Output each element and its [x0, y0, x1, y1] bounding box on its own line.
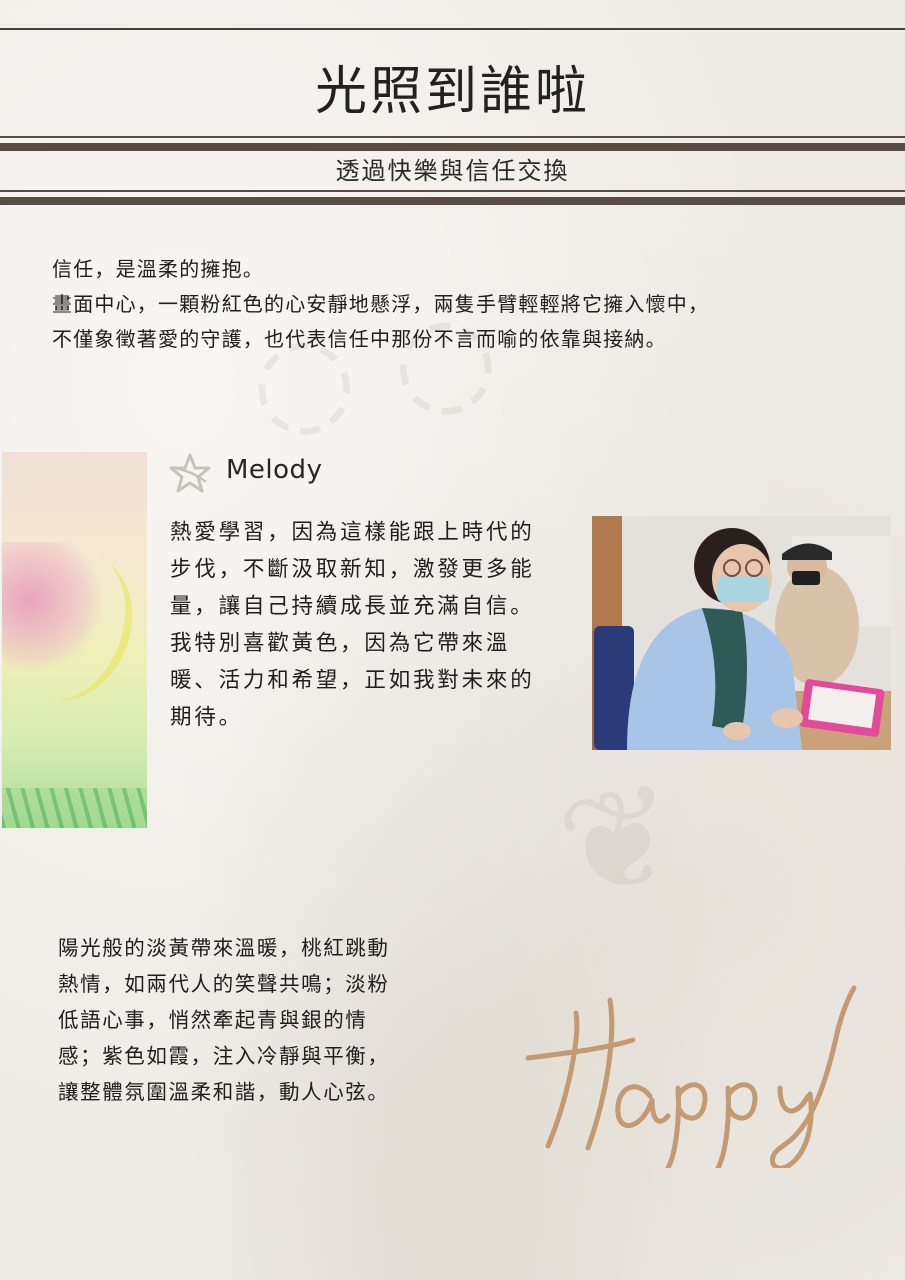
poem-paragraph: 陽光般的淡黃帶來溫暖，桃紅跳動 熱情，如兩代人的笑聲共鳴；淡粉 低語心事，悄然牽…: [58, 930, 458, 1110]
page-title: 光照到誰啦: [314, 62, 590, 122]
poem-line: 感；紫色如霞，注入冷靜與平衡，: [58, 1044, 390, 1068]
star-icon: [169, 453, 211, 493]
header-rule: [0, 136, 905, 138]
poem-line: 熱情，如兩代人的笑聲共鳴；淡粉: [58, 972, 390, 996]
header-rule: [0, 190, 905, 192]
intro-line: 信任，是溫柔的擁抱。: [52, 257, 264, 281]
intro-line: 畫面中心，一顆粉紅色的心安靜地懸浮，兩隻手臂輕輕將它擁入懷中，: [52, 292, 710, 316]
profile-bio-line: 期待。: [170, 705, 243, 730]
green-grass-strokes: [2, 788, 147, 828]
header-rule: [0, 197, 905, 205]
watercolor-painting: [2, 452, 147, 828]
header-rule: [0, 143, 905, 151]
top-rule: [0, 28, 905, 30]
profile-bio-line: 量，讓自己持續成長並充滿自信。: [170, 594, 535, 619]
intro-line: 不僅象徵著愛的守護，也代表信任中那份不言而喻的依靠與接納。: [52, 327, 667, 351]
profile-bio: 熱愛學習，因為這樣能跟上時代的 步伐，不斷汲取新知，激發更多能 量，讓自己持續成…: [170, 514, 574, 736]
profile-bio-line: 我特別喜歡黃色，因為它帶來溫: [170, 631, 511, 656]
intro-paragraph: 信任，是溫柔的擁抱。 畫面中心，一顆粉紅色的心安靜地懸浮，兩隻手臂輕輕將它擁入懷…: [52, 252, 872, 357]
profile-photo: [592, 516, 891, 750]
profile-bio-line: 步伐，不斷汲取新知，激發更多能: [170, 557, 535, 582]
poem-line: 低語心事，悄然牽起青與銀的情: [58, 1008, 368, 1032]
poem-line: 讓整體氛圍溫柔和諧，動人心弦。: [58, 1080, 390, 1104]
profile-name: Melody: [226, 455, 323, 485]
happy-script-art: [525, 985, 857, 1168]
poem-line: 陽光般的淡黃帶來溫暖，桃紅跳動: [58, 936, 390, 960]
profile-bio-line: 暖、活力和希望，正如我對未來的: [170, 668, 535, 693]
profile-bio-line: 熱愛學習，因為這樣能跟上時代的: [170, 520, 535, 545]
page-subtitle: 透過快樂與信任交換: [335, 157, 570, 185]
